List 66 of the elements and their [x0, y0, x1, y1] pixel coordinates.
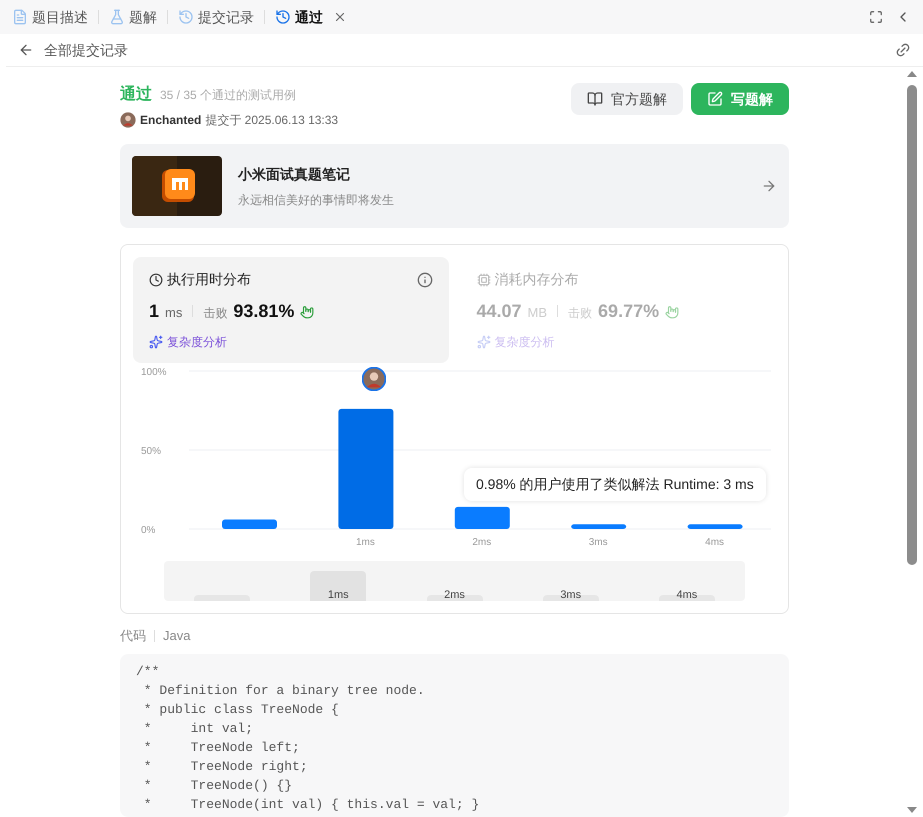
- fullscreen-icon[interactable]: [869, 10, 883, 24]
- back-link[interactable]: 全部提交记录: [44, 40, 128, 60]
- info-icon[interactable]: [416, 272, 432, 288]
- x-tick-label: 2ms: [472, 537, 492, 548]
- code-line: * TreeNode(int val) { this.val = val; }: [142, 796, 480, 814]
- y-tick-label: 50%: [141, 446, 162, 457]
- promo-subtitle: 永远相信美好的事情即将发生: [238, 192, 394, 208]
- tab[interactable]: 题解: [105, 6, 161, 28]
- document-icon: [12, 9, 28, 25]
- brush-label: 2ms: [443, 589, 466, 601]
- history-icon: [275, 9, 291, 25]
- y-tick-label: 0%: [141, 525, 156, 536]
- book-icon: [587, 91, 603, 107]
- beat-percent: 93.81%: [233, 300, 294, 323]
- username[interactable]: Enchanted: [140, 111, 202, 129]
- tab[interactable]: 通过: [271, 6, 351, 28]
- promo-title: 小米面试真题笔记: [238, 164, 351, 184]
- sparkle-icon: [149, 335, 163, 349]
- stat-value: 1: [149, 300, 160, 323]
- tab[interactable]: 题目描述: [8, 6, 92, 28]
- stat-value: 44.07: [476, 300, 522, 323]
- code-line: * public class TreeNode {: [142, 700, 340, 718]
- sparkle-icon: [476, 335, 490, 349]
- language-label: Java: [163, 627, 190, 645]
- code-line: * TreeNode left;: [142, 738, 301, 756]
- code-line: * TreeNode right;: [142, 758, 309, 776]
- stat-unit: ms: [165, 304, 182, 322]
- chart-bar[interactable]: [454, 506, 510, 529]
- beat-percent: 69.77%: [598, 300, 660, 323]
- edit-icon: [707, 91, 723, 107]
- chip-icon: [476, 272, 490, 286]
- status-text: 通过: [120, 84, 152, 105]
- history-icon: [178, 9, 194, 25]
- promo-card[interactable]: 小米面试真题笔记 永远相信美好的事情即将发生: [120, 144, 789, 228]
- official-solution-button[interactable]: 官方题解: [571, 83, 683, 115]
- stat-panel[interactable]: 执行用时分布 1 ms 击败 93.81% 复杂度分析: [133, 257, 448, 363]
- x-tick-label: 3ms: [588, 537, 608, 548]
- brush-label: 3ms: [559, 589, 582, 601]
- hand-icon: [665, 304, 680, 318]
- range-brush[interactable]: 1ms 2ms 3ms 4ms: [164, 561, 745, 601]
- chart-bar[interactable]: [688, 524, 743, 529]
- avatar-icon: [362, 367, 386, 391]
- code-line: * TreeNode() {}: [142, 776, 294, 794]
- test-count: 35 / 35 个通过的测试用例: [160, 87, 296, 104]
- tab[interactable]: 提交记录: [174, 6, 258, 28]
- submit-time: 提交于 2025.06.13 13:33: [205, 112, 338, 129]
- brush-label: 4ms: [676, 589, 698, 601]
- complexity-link[interactable]: 复杂度分析: [167, 333, 227, 351]
- x-tick-label: 1ms: [356, 537, 375, 548]
- flask-icon: [109, 9, 125, 25]
- avatar-icon: [120, 112, 136, 128]
- code-line: * int val;: [142, 720, 254, 738]
- code-line: /**: [136, 662, 160, 680]
- close-icon[interactable]: [333, 10, 347, 24]
- beat-label: 击败: [203, 305, 228, 322]
- x-tick-label: 4ms: [705, 537, 724, 548]
- code-label: 代码: [120, 627, 146, 645]
- stat-title: 消耗内存分布: [494, 270, 578, 289]
- y-tick-label: 100%: [141, 367, 167, 378]
- code-line: * Definition for a binary tree node.: [142, 682, 426, 700]
- chart-bar[interactable]: [571, 524, 626, 529]
- brush-label: 1ms: [326, 589, 350, 601]
- stat-title: 执行用时分布: [167, 270, 251, 289]
- tooltip: 0.98% 的用户使用了类似解法 Runtime: 3 ms: [464, 468, 766, 501]
- clock-icon: [149, 272, 163, 286]
- hand-icon: [300, 304, 314, 318]
